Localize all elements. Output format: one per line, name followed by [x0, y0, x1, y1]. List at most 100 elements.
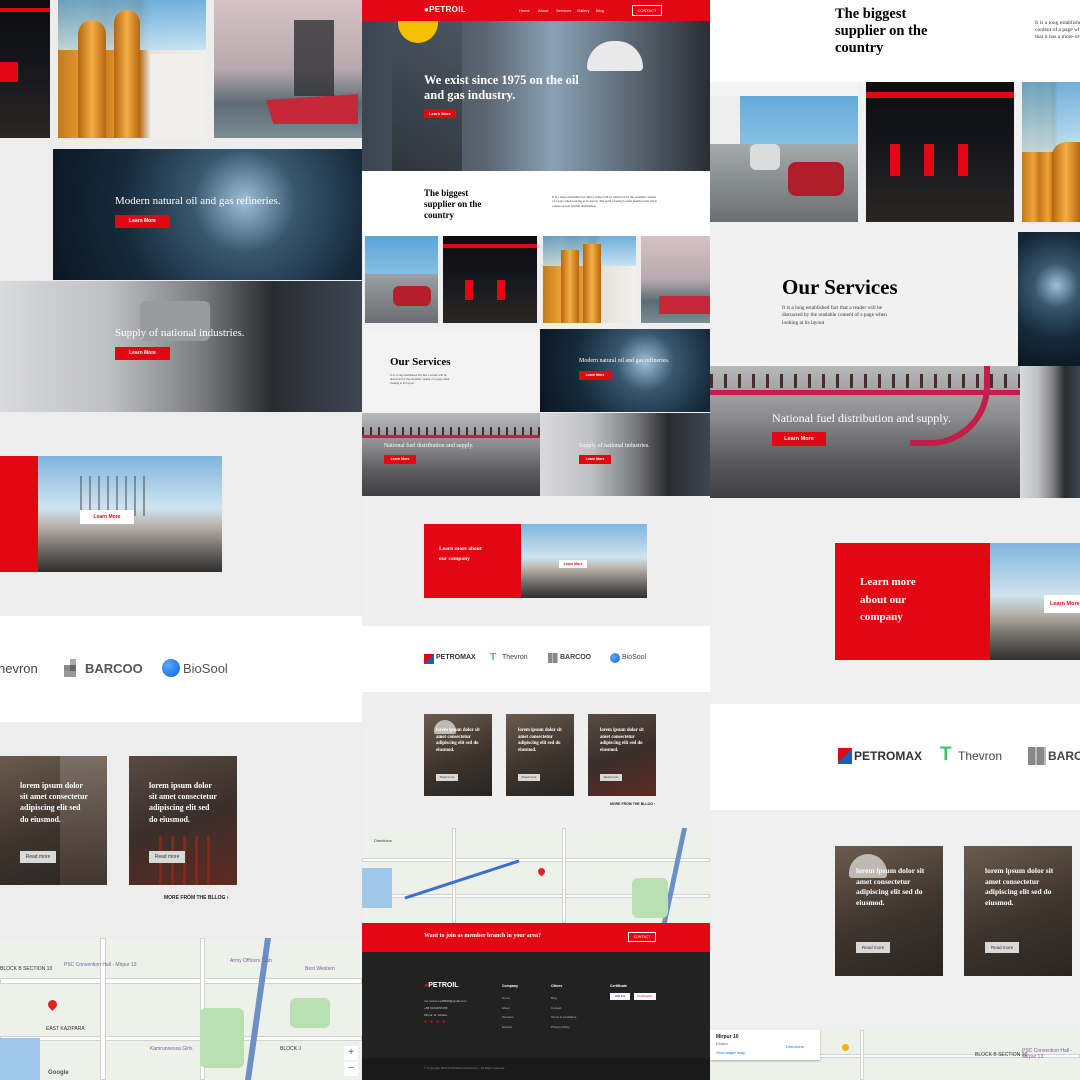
blog-card-3[interactable]: lorem ipsum dolor sit amet consectetur a…	[588, 714, 656, 796]
service-distribution-card[interactable]: National fuel distribution and supply. L…	[362, 413, 540, 496]
about-text: Learn more about our company	[439, 546, 482, 563]
partner-barcoo-name: BARCOO	[560, 654, 592, 661]
partner-biosool-name: BioSool	[622, 654, 647, 661]
petromax-logo-icon	[424, 654, 434, 664]
service-industries-button[interactable]: Learn More	[115, 347, 170, 360]
footer-link[interactable]: Explore	[502, 1023, 514, 1033]
service-refineries-image	[1018, 232, 1080, 366]
instagram-icon[interactable]: ●	[442, 1020, 448, 1025]
map-place-city: Dhaka	[716, 1041, 728, 1046]
blog-card-1[interactable]: lorem ipsum dolor sit amet consectetur a…	[0, 756, 107, 885]
partner-thevron-name: Thevron	[502, 654, 528, 661]
footer-contacts: mo.mozum.ed8900@gmail.com +88 01234/5678…	[424, 998, 466, 1020]
partner-barcoo-name: BARCOO	[85, 661, 143, 676]
brand-logo[interactable]: ●PETROIL	[424, 5, 466, 14]
service-refineries-title: Modern natural oil and gas refineries.	[579, 358, 670, 364]
biosool-logo-icon	[162, 659, 180, 677]
map-directions-link[interactable]: Directions	[374, 838, 392, 843]
blog-card-2[interactable]: lorem ipsum dolor sit amet consectetur a…	[964, 846, 1072, 976]
nav-home[interactable]: Home	[519, 8, 530, 13]
nav-blog[interactable]: Blog	[596, 8, 604, 13]
service-refineries-button[interactable]: Learn More	[115, 215, 170, 228]
blog-read-more-button[interactable]: Read more	[856, 942, 890, 953]
cta-text: Want to join as member branch in your ar…	[424, 933, 542, 939]
petromax-logo-icon	[838, 748, 852, 764]
blog-card-1[interactable]: lorem ipsum dolor sit amet consectetur a…	[835, 846, 943, 976]
blog-card-title: lorem ipsum dolor sit amet consectetur a…	[600, 728, 644, 754]
blog-read-more-button[interactable]: Read more	[149, 851, 185, 863]
partner-thevron-name: Thevron	[958, 749, 1003, 763]
map-larger-link[interactable]: View larger map	[716, 1050, 745, 1055]
gallery-pipes-photo	[1022, 82, 1080, 222]
service-refineries-card[interactable]: Modern natural oil and gas refineries. L…	[540, 329, 710, 412]
supplier-title: The biggest supplier on the country	[424, 188, 482, 220]
social-icons[interactable]: ●●●●	[424, 1020, 448, 1025]
services-intro: Our Services It is a long established fa…	[710, 232, 1018, 366]
service-industries-button[interactable]: Learn More	[579, 455, 611, 464]
about-learn-more-button[interactable]: Learn More	[1044, 595, 1080, 613]
blog-card-2[interactable]: lorem ipsum dolor sit amet consectetur a…	[506, 714, 574, 796]
right-zoomed-preview-panel: The biggest supplier on the country It i…	[710, 0, 1080, 1080]
hero-learn-more-button[interactable]: Learn More	[424, 109, 456, 118]
map-pin-icon	[46, 998, 59, 1011]
helmet-shape	[587, 41, 643, 71]
nav-gallery[interactable]: Gallery	[577, 8, 590, 13]
service-industries-title: Supply of national industries.	[115, 327, 245, 339]
copyright-text: © Copyright 2022 M Mohammad Mozum - All …	[424, 1066, 505, 1070]
blog-card-title: lorem ipsum dolor sit amet consectetur a…	[436, 728, 480, 754]
about-learn-more-button[interactable]: Learn More	[559, 560, 587, 568]
partners-strip: PETROMAX T Thevron BARCOO	[710, 704, 1080, 810]
service-industries-title: Supply of national industries.	[579, 443, 650, 449]
services-body: It is a long established fact that a rea…	[390, 373, 450, 386]
blog-card-title: lorem ipsum dolor sit amet consectetur a…	[20, 781, 88, 824]
more-from-blog-link[interactable]: MORE FROM THE BLLOG ›	[164, 895, 228, 901]
footer-link[interactable]: Services	[502, 1013, 514, 1023]
nav-about[interactable]: About	[538, 8, 548, 13]
service-industries-card[interactable]: Supply of national industries. Learn Mor…	[540, 413, 710, 496]
service-refineries-button[interactable]: Learn More	[579, 371, 611, 380]
services-title: Our Services	[390, 356, 451, 368]
nav-services[interactable]: Services	[556, 8, 571, 13]
location-map[interactable]: Mirpur 10 Dhaka View larger map Directio…	[710, 1030, 1080, 1080]
gallery-station-night-photo	[443, 236, 537, 323]
gallery-station-day-photo	[710, 82, 858, 222]
supplier-section: The biggest supplier on the country It i…	[710, 0, 1080, 82]
footer-link[interactable]: About	[502, 1004, 514, 1014]
map-place-name: Mirpur 10	[716, 1034, 739, 1040]
map-directions-link[interactable]: Directions	[786, 1044, 804, 1049]
hero-section: We exist since 1975 on the oil and gas i…	[362, 21, 710, 171]
blog-read-more-button[interactable]: Read more	[20, 851, 56, 863]
footer-link[interactable]: Contact	[551, 1004, 576, 1014]
supplier-section: The biggest supplier on the country It i…	[362, 171, 710, 236]
biosool-logo-icon	[610, 653, 620, 663]
blog-read-more-button[interactable]: Read more	[985, 942, 1019, 953]
location-map[interactable]: Directions	[362, 828, 710, 923]
cta-contact-button[interactable]: CONTACT	[628, 932, 656, 942]
footer-link[interactable]: Terms & conditions	[551, 1013, 576, 1023]
blog-read-more-button[interactable]: Read more	[600, 774, 622, 781]
map-zoom-in-button[interactable]: +	[344, 1046, 358, 1060]
service-distribution-button[interactable]: Learn More	[384, 455, 416, 464]
blog-read-more-button[interactable]: Read more	[518, 774, 540, 781]
center-full-page-preview: ●PETROIL Home About Services Gallery Blo…	[362, 0, 710, 1080]
service-distribution-button[interactable]: Learn More	[772, 432, 826, 446]
service-distribution-card[interactable]: National fuel distribution and supply. L…	[710, 366, 1020, 498]
more-from-blog-link[interactable]: MORE FROM THE BLLOG ›	[610, 802, 655, 806]
location-map[interactable]: PSC Convention Hall - Mirpur 13 Army Off…	[0, 938, 362, 1080]
blog-card-2[interactable]: lorem ipsum dolor sit amet consectetur a…	[129, 756, 237, 885]
services-body: It is a long established fact that a rea…	[782, 305, 887, 326]
footer-link[interactable]: Privacy Policy	[551, 1023, 576, 1033]
footer-link[interactable]: Blog	[551, 994, 576, 1004]
nav-contact-button[interactable]: CONTACT	[632, 5, 662, 16]
footer-col-company: Home About Services Explore	[502, 994, 514, 1032]
about-learn-more-button[interactable]: Learn More	[80, 510, 134, 524]
partner-barcoo-name: BARCOO	[1048, 749, 1080, 763]
partners-strip: hevron BARCOO BioSool	[0, 616, 362, 722]
gallery-pipes-photo	[543, 236, 636, 323]
blog-read-more-button[interactable]: Read more	[436, 774, 458, 781]
footer-link[interactable]: Home	[502, 994, 514, 1004]
about-refinery-image: Learn More	[954, 543, 1080, 660]
map-zoom-out-button[interactable]: −	[344, 1062, 358, 1076]
blog-card-1[interactable]: lorem ipsum dolor sit amet consectetur a…	[424, 714, 492, 796]
partner-petromax-name: PETROMAX	[436, 654, 476, 661]
